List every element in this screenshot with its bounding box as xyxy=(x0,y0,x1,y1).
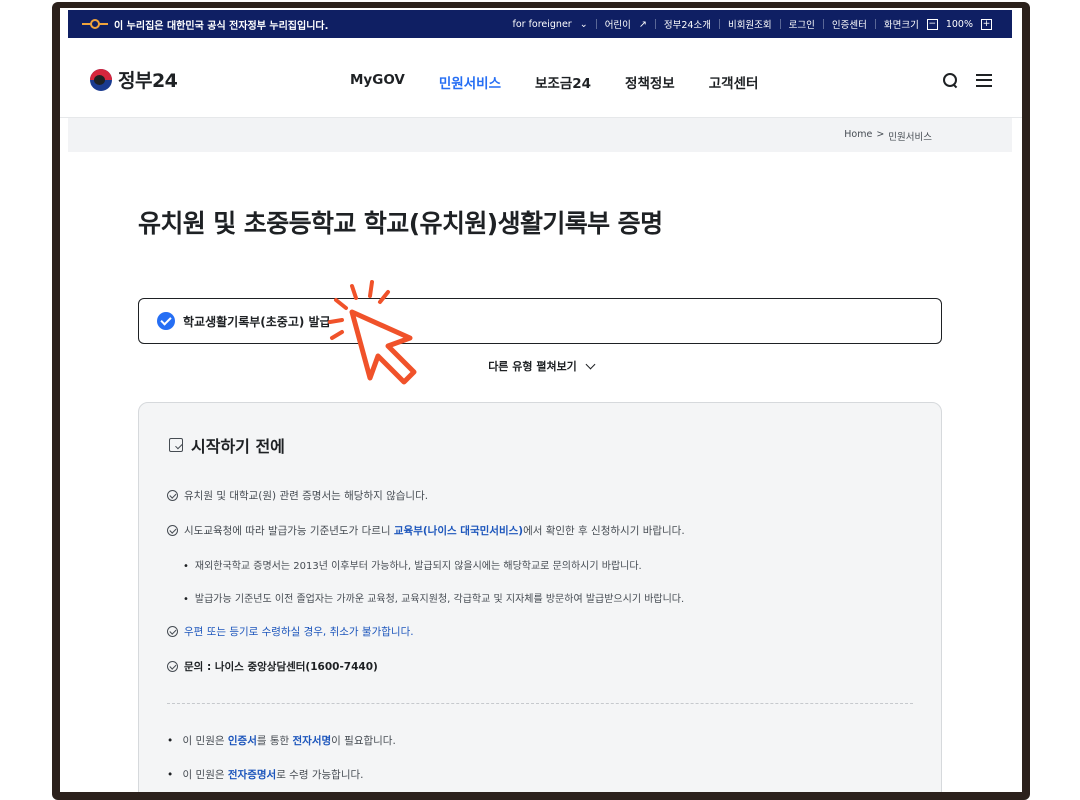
info-heading: 시작하기 전에 xyxy=(191,437,285,456)
page-title: 유치원 및 초중등학교 학교(유치원)생활기록부 증명 xyxy=(138,209,663,238)
link-foreigner[interactable]: for foreigner xyxy=(512,19,571,30)
site-header: 정부24 MyGOV 민원서비스 보조금24 정책정보 고객센터 xyxy=(60,38,1022,118)
chevron-down-icon xyxy=(585,359,596,370)
nav-civil-service[interactable]: 민원서비스 xyxy=(439,72,501,92)
breadcrumb-separator: > xyxy=(876,129,885,140)
nav-mygov[interactable]: MyGOV xyxy=(350,72,405,92)
breadcrumb-home[interactable]: Home xyxy=(844,129,872,143)
notice-item: 이 민원은 인증서를 통한 전자서명이 필요합니다. xyxy=(167,733,396,748)
info-item: 우편 또는 등기로 수령하실 경우, 취소가 불가합니다. xyxy=(167,623,414,639)
info-subitem: 발급가능 기준년도 이전 졸업자는 가까운 교육청, 교육지원청, 각급학교 및… xyxy=(183,590,684,605)
zoom-value: 100% xyxy=(945,18,973,30)
before-start-panel: 시작하기 전에 유치원 및 대학교(원) 관련 증명서는 해당하지 않습니다. … xyxy=(138,402,942,792)
breadcrumb-bar: Home > 민원서비스 xyxy=(68,118,1012,152)
notice-item: 이 민원은 전자증명서로 수령 가능합니다. xyxy=(167,767,364,782)
check-icon xyxy=(167,489,178,501)
info-item: 시도교육청에 따라 발급가능 기준년도가 다르니 교육부(나이스 대국민서비스)… xyxy=(167,522,685,538)
click-cursor-icon xyxy=(328,280,417,385)
info-text: 우편 또는 등기로 수령하실 경우, 취소가 불가합니다. xyxy=(184,625,414,638)
info-item: 문의 : 나이스 중앙상담센터(1600-7440) xyxy=(167,658,378,674)
nav-subsidy[interactable]: 보조금24 xyxy=(535,72,591,92)
logo-text: 정부24 xyxy=(118,70,178,92)
menu-icon[interactable] xyxy=(976,73,992,87)
e-signature-highlight: 전자서명 xyxy=(292,735,332,747)
more-types-label: 다른 유형 펼쳐보기 xyxy=(488,360,577,373)
zoom-in-button[interactable]: + xyxy=(981,18,992,30)
selected-type-option[interactable]: 학교생활기록부(초중고) 발급 xyxy=(138,298,942,344)
check-circle-icon xyxy=(157,312,175,330)
search-icon[interactable] xyxy=(942,72,958,88)
info-item: 유치원 및 대학교(원) 관련 증명서는 해당하지 않습니다. xyxy=(167,487,428,503)
main-nav: MyGOV 민원서비스 보조금24 정책정보 고객센터 xyxy=(350,72,758,92)
taegeuk-icon xyxy=(90,68,112,91)
certificate-highlight: 인증서 xyxy=(227,735,257,747)
selected-type-label: 학교생활기록부(초중고) 발급 xyxy=(183,314,331,329)
screen: 이 누리집은 대한민국 공식 전자정부 누리집입니다. for foreigne… xyxy=(60,8,1022,792)
link-cert-center[interactable]: 인증센터 xyxy=(832,17,867,31)
info-text: 유치원 및 대학교(원) 관련 증명서는 해당하지 않습니다. xyxy=(184,489,429,502)
gov-banner: 이 누리집은 대한민국 공식 전자정부 누리집입니다. for foreigne… xyxy=(68,10,1012,38)
e-document-highlight: 전자증명서 xyxy=(227,769,277,781)
info-subitem: 재외한국학교 증명서는 2013년 이후부터 가능하나, 발급되지 않을시에는 … xyxy=(183,557,642,572)
link-login[interactable]: 로그인 xyxy=(789,17,815,31)
nav-support[interactable]: 고객센터 xyxy=(709,72,759,92)
checklist-icon xyxy=(169,438,183,452)
gov-notice: 이 누리집은 대한민국 공식 전자정부 누리집입니다. xyxy=(114,20,329,32)
check-icon xyxy=(167,625,178,637)
breadcrumb-current[interactable]: 민원서비스 xyxy=(888,129,932,143)
site-logo[interactable]: 정부24 xyxy=(90,66,178,93)
link-kids[interactable]: 어린이 xyxy=(605,17,631,31)
more-types-toggle[interactable]: 다른 유형 펼쳐보기 xyxy=(60,358,1022,374)
nav-policy[interactable]: 정책정보 xyxy=(625,72,675,92)
neis-link[interactable]: 교육부(나이스 대국민서비스) xyxy=(394,525,523,537)
divider xyxy=(167,703,913,704)
chevron-down-icon: ⌄ xyxy=(579,18,588,30)
info-text: 에서 확인한 후 신청하시기 바랍니다. xyxy=(523,524,685,537)
breadcrumb: Home > 민원서비스 xyxy=(844,129,932,143)
check-icon xyxy=(167,660,178,672)
external-link-icon: ↗ xyxy=(638,18,647,30)
link-about[interactable]: 정부24소개 xyxy=(664,17,711,31)
egov-logo-icon xyxy=(82,19,108,29)
info-text: 시도교육청에 따라 발급가능 기준년도가 다르니 xyxy=(184,524,394,537)
link-guest-lookup[interactable]: 비회원조회 xyxy=(728,17,772,31)
info-contact: 문의 : 나이스 중앙상담센터(1600-7440) xyxy=(184,660,378,673)
font-size-label: 화면크기 xyxy=(883,20,919,31)
check-icon xyxy=(167,524,178,536)
zoom-out-button[interactable]: − xyxy=(926,18,938,30)
